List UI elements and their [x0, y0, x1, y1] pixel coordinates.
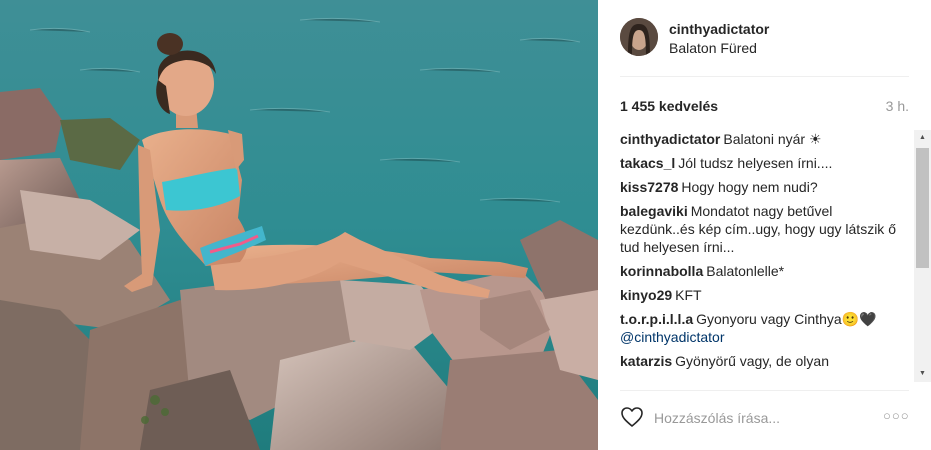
avatar-image: [620, 18, 658, 56]
comment-input[interactable]: [654, 407, 864, 429]
comment-item: kinyo29 KFT: [620, 286, 909, 304]
comment-username[interactable]: takacs_l: [620, 155, 675, 171]
comment-username[interactable]: t.o.r.p.i.l.l.a: [620, 311, 693, 327]
post-header: cinthyadictator Balaton Füred: [598, 0, 931, 76]
comment-username[interactable]: korinnabolla: [620, 263, 703, 279]
comment-item: kiss7278 Hogy hogy nem nudi?: [620, 178, 909, 196]
comment-username[interactable]: katarzis: [620, 353, 672, 369]
comment-item: balegaviki Mondatot nagy betűvel kezdünk.…: [620, 202, 909, 256]
likes-row: 1 455 kedvelés 3 h.: [620, 98, 909, 116]
post-photo[interactable]: [0, 0, 598, 450]
comment-text: Hogy hogy nem nudi?: [681, 179, 818, 195]
photo-illustration: [0, 0, 598, 450]
comment-text: Jól tudsz helyesen írni....: [678, 155, 833, 171]
comments-scrollbar[interactable]: ▲ ▼: [914, 130, 931, 382]
comment-username[interactable]: kinyo29: [620, 287, 672, 303]
post-details-panel: cinthyadictator Balaton Füred 1 455 kedv…: [598, 0, 931, 450]
comment-text: KFT: [675, 287, 702, 303]
comment-username[interactable]: balegaviki: [620, 203, 688, 219]
comment-mention-link[interactable]: @cinthyadictator: [620, 329, 724, 345]
post-timestamp[interactable]: 3 h.: [886, 98, 909, 114]
scrollbar-thumb[interactable]: [916, 148, 929, 268]
comment-text: Balatoni nyár ☀: [723, 131, 822, 147]
comment-item: t.o.r.p.i.l.l.a Gyonyoru vagy Cinthya🙂🖤 @…: [620, 310, 909, 346]
comment-item: korinnabolla Balatonlelle*: [620, 262, 909, 280]
comment-username[interactable]: cinthyadictator: [620, 131, 720, 147]
scroll-up-arrow-icon[interactable]: ▲: [914, 130, 931, 146]
location-link[interactable]: Balaton Füred: [669, 40, 757, 56]
avatar[interactable]: [620, 18, 658, 56]
comment-text: Gyonyoru vagy Cinthya🙂🖤: [696, 311, 877, 327]
scroll-down-arrow-icon[interactable]: ▼: [914, 366, 931, 382]
comment-text: Gyönyörű vagy, de olyan: [675, 353, 829, 369]
comments-list[interactable]: cinthyadictator Balatoni nyár ☀ takacs_l J…: [620, 130, 909, 382]
comment-item: cinthyadictator Balatoni nyár ☀: [620, 130, 909, 148]
likes-count[interactable]: 1 455 kedvelés: [620, 98, 718, 114]
heart-icon[interactable]: [620, 406, 644, 428]
more-options-icon[interactable]: ○○○: [883, 408, 909, 424]
comment-text: Balatonlelle*: [706, 263, 785, 279]
username-link[interactable]: cinthyadictator: [669, 21, 769, 37]
comment-item: katarzis Gyönyörű vagy, de olyan: [620, 352, 909, 370]
comment-item: takacs_l Jól tudsz helyesen írni....: [620, 154, 909, 172]
divider: [620, 76, 909, 77]
comment-bar: ○○○: [598, 391, 931, 450]
comment-username[interactable]: kiss7278: [620, 179, 678, 195]
